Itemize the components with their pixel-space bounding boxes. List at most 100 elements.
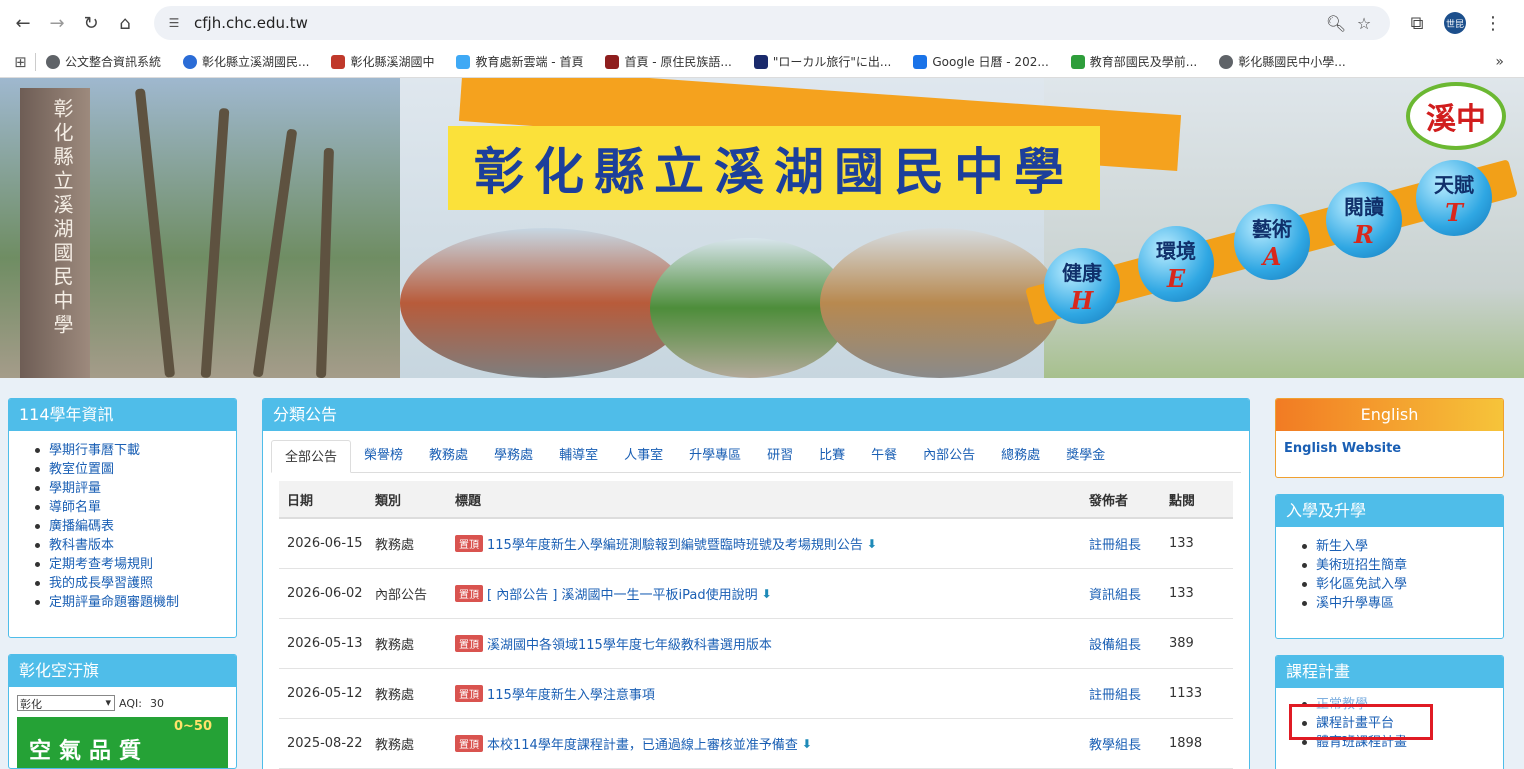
- row-publisher[interactable]: 設備組長: [1089, 634, 1169, 653]
- bookmark-favicon-icon: [1219, 54, 1234, 69]
- profile-avatar[interactable]: 世昆: [1444, 12, 1466, 34]
- url-text[interactable]: cfjh.chc.edu.tw: [194, 14, 1322, 32]
- bookmark-item[interactable]: 彰化縣國民中小學...: [1219, 53, 1346, 70]
- banner-title: 彰化縣立溪湖國民中學: [474, 142, 1074, 201]
- bookmark-star-icon[interactable]: ☆: [1350, 14, 1378, 33]
- browser-toolbar: ← → ↻ ⌂ ☰ cfjh.chc.edu.tw 🔍︎ ☆ ⧉ 世昆 ⋮: [0, 0, 1524, 46]
- tab-lunch[interactable]: 午餐: [858, 439, 910, 472]
- bubble-letter: E: [1166, 264, 1186, 293]
- row-publisher[interactable]: 註冊組長: [1089, 684, 1169, 703]
- admission-link[interactable]: 美術班招生簡章: [1302, 556, 1503, 575]
- bubble-label: 天賦: [1434, 173, 1474, 197]
- notice-link[interactable]: 本校114學年度課程計畫，已通過線上審核並准予備查: [487, 734, 798, 753]
- info-link[interactable]: 定期考查考場規則: [35, 555, 236, 574]
- bookmark-item[interactable]: 公文整合資訊系統: [46, 53, 161, 70]
- bookmark-label: 教育部國民及學前...: [1089, 55, 1198, 69]
- bubble-letter: R: [1354, 220, 1374, 249]
- tab-competition[interactable]: 比賽: [806, 439, 858, 472]
- row-publisher[interactable]: 教學組長: [1089, 734, 1169, 753]
- bookmarks-overflow-icon[interactable]: »: [1495, 54, 1518, 70]
- reload-icon[interactable]: ↻: [76, 8, 106, 38]
- info-link[interactable]: 學期評量: [35, 479, 236, 498]
- header-publisher[interactable]: 發佈者: [1089, 490, 1169, 509]
- info-link[interactable]: 廣播編碼表: [35, 517, 236, 536]
- address-bar[interactable]: ☰ cfjh.chc.edu.tw 🔍︎ ☆: [154, 6, 1390, 40]
- row-hits: 389: [1169, 636, 1194, 651]
- aqi-quality-text: 空氣品質: [29, 739, 150, 764]
- info-link[interactable]: 定期評量命題審題機制: [35, 593, 236, 612]
- bookmark-item[interactable]: 首頁 - 原住民族語...: [605, 53, 732, 70]
- menu-kebab-icon[interactable]: ⋮: [1478, 8, 1508, 38]
- header-hits[interactable]: 點閱: [1169, 490, 1229, 509]
- aqi-label: AQI:: [119, 696, 142, 710]
- tab-scholarship[interactable]: 獎學金: [1053, 439, 1118, 472]
- row-title-cell: 置頂[ 內部公告 ] 溪湖國中一生一平板iPad使用說明 ⬇: [455, 584, 1089, 603]
- bubble-letter: H: [1070, 286, 1094, 315]
- download-icon[interactable]: ⬇: [802, 737, 812, 751]
- info-link[interactable]: 教科書版本: [35, 536, 236, 555]
- tab-personnel[interactable]: 人事室: [611, 439, 676, 472]
- bubble-letter: T: [1445, 198, 1463, 227]
- row-date: 2026-06-15: [287, 536, 363, 551]
- tab-workshop[interactable]: 研習: [754, 439, 806, 472]
- forward-icon[interactable]: →: [42, 8, 72, 38]
- notice-link[interactable]: 115學年度新生入學編班測驗報到編號暨臨時班號及考場規則公告: [487, 534, 863, 553]
- info-link[interactable]: 導師名單: [35, 498, 236, 517]
- admission-link[interactable]: 新生入學: [1302, 537, 1503, 556]
- admission-link[interactable]: 彰化區免試入學: [1302, 575, 1503, 594]
- tab-internal[interactable]: 內部公告: [910, 439, 988, 472]
- bookmark-label: 首頁 - 原住民族語...: [624, 55, 732, 69]
- aqi-flag: 空氣品質 0~50: [17, 717, 228, 768]
- pinned-badge: 置頂: [455, 585, 483, 602]
- bookmark-item[interactable]: Google 日曆 - 202...: [913, 53, 1049, 70]
- building-photo: [400, 228, 690, 378]
- tab-counseling[interactable]: 輔導室: [546, 439, 611, 472]
- tab-general-affairs[interactable]: 總務處: [988, 439, 1053, 472]
- apps-grid-icon[interactable]: ⊞: [6, 52, 36, 71]
- row-category: 教務處: [375, 538, 415, 553]
- pinned-badge: 置頂: [455, 685, 483, 702]
- aqi-row: 彰化 ▾ AQI: 30: [9, 687, 236, 713]
- back-icon[interactable]: ←: [8, 8, 38, 38]
- notice-link[interactable]: 溪湖國中各領域115學年度七年級教科書選用版本: [487, 634, 772, 653]
- bookmark-item[interactable]: "ローカル旅行"に出...: [753, 53, 891, 70]
- header-category[interactable]: 類別: [375, 490, 455, 509]
- download-icon[interactable]: ⬇: [867, 537, 877, 551]
- row-date: 2025-08-22: [287, 736, 363, 751]
- tab-academic[interactable]: 教務處: [416, 439, 481, 472]
- admission-panel: 入學及升學 新生入學 美術班招生簡章 彰化區免試入學 溪中升學專區: [1275, 494, 1504, 639]
- english-website-link[interactable]: English Website: [1276, 431, 1503, 466]
- tab-all[interactable]: 全部公告: [271, 440, 352, 473]
- panel-title: 課程計畫: [1276, 656, 1503, 688]
- row-publisher[interactable]: 註冊組長: [1089, 534, 1169, 553]
- admission-link[interactable]: 溪中升學專區: [1302, 594, 1503, 613]
- notice-link[interactable]: 115學年度新生入學注意事項: [487, 684, 655, 703]
- extensions-icon[interactable]: ⧉: [1402, 8, 1432, 38]
- header-title[interactable]: 標題: [455, 490, 1089, 509]
- gate-photo: 彰化縣立溪湖國民中學: [0, 78, 400, 378]
- notice-link[interactable]: [ 內部公告 ] 溪湖國中一生一平板iPad使用說明: [487, 584, 758, 603]
- header-date[interactable]: 日期: [279, 490, 375, 509]
- bubble-letter: A: [1262, 242, 1282, 271]
- home-icon[interactable]: ⌂: [110, 8, 140, 38]
- notices-panel: 分類公告 全部公告 榮譽榜 教務處 學務處 輔導室 人事室 升學專區 研習 比賽…: [262, 398, 1250, 769]
- site-info-icon[interactable]: ☰: [166, 15, 182, 31]
- zoom-icon[interactable]: 🔍︎: [1322, 14, 1350, 33]
- tab-honor[interactable]: 榮譽榜: [351, 439, 416, 472]
- info-link[interactable]: 教室位置圖: [35, 460, 236, 479]
- bookmark-item[interactable]: 教育處新雲端 - 首頁: [456, 53, 583, 70]
- download-icon[interactable]: ⬇: [762, 587, 772, 601]
- bookmark-item[interactable]: 彰化縣立溪湖國民...: [183, 53, 309, 70]
- bookmark-item[interactable]: 教育部國民及學前...: [1070, 53, 1198, 70]
- row-publisher[interactable]: 資訊組長: [1089, 584, 1169, 603]
- row-title-cell: 置頂 溪湖國中各領域115學年度七年級教科書選用版本: [455, 634, 1089, 653]
- school-logo[interactable]: 溪中: [1406, 82, 1506, 150]
- aqi-region-select[interactable]: 彰化 ▾: [17, 695, 115, 711]
- info-link[interactable]: 學期行事曆下載: [35, 441, 236, 460]
- air-quality-panel: 彰化空汙旗 彰化 ▾ AQI: 30 空氣品質 0~50: [8, 654, 237, 769]
- tab-advancement[interactable]: 升學專區: [676, 439, 754, 472]
- info-link[interactable]: 我的成長學習護照: [35, 574, 236, 593]
- info-list: 學期行事曆下載 教室位置圖 學期評量 導師名單 廣播編碼表 教科書版本 定期考查…: [9, 431, 236, 612]
- tab-student-affairs[interactable]: 學務處: [481, 439, 546, 472]
- bookmark-item[interactable]: 彰化縣溪湖國中: [331, 53, 434, 70]
